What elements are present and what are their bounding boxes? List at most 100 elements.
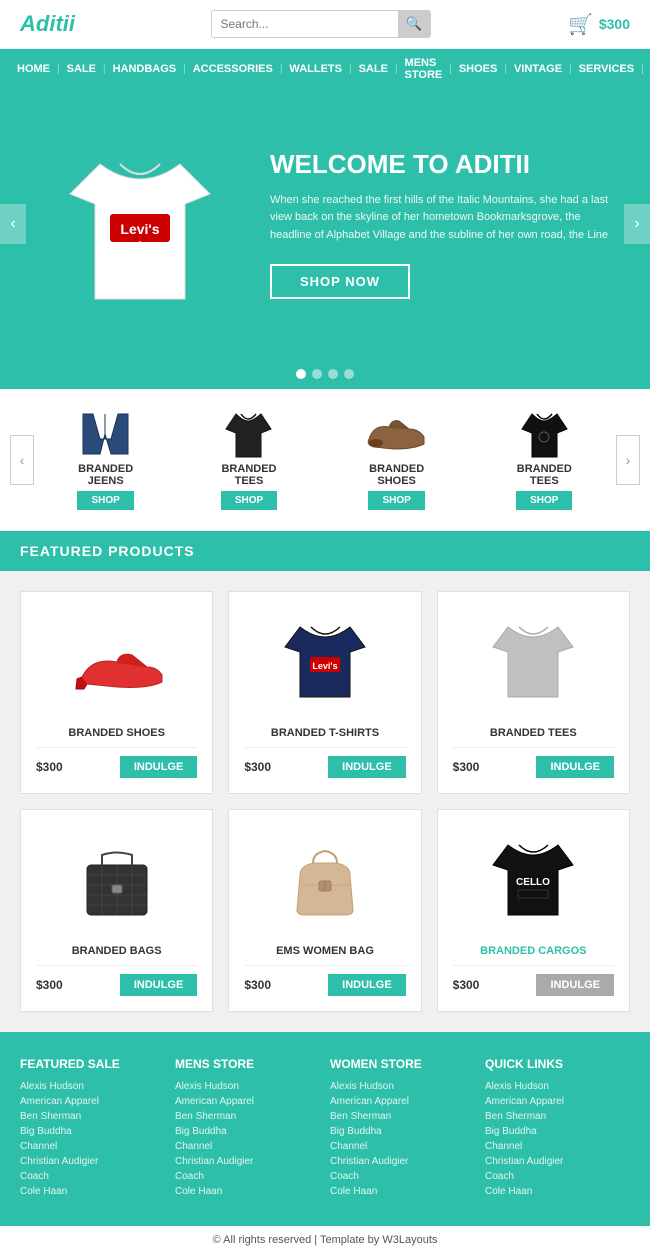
footer-link[interactable]: Coach [175,1171,320,1182]
product-bottom-womenbag: $300 INDULGE [244,965,405,996]
footer-link[interactable]: Christian Audigier [175,1156,320,1167]
cat-label-shoes: BRANDEDSHOES [369,463,424,487]
products-section: BRANDED SHOES $300 INDULGE Levi's BRANDE… [0,571,650,1032]
footer-link[interactable]: Cole Haan [485,1186,630,1197]
hero-dot-4[interactable] [344,369,354,379]
footer-link[interactable]: Coach [20,1171,165,1182]
shop-now-button[interactable]: SHOP NOW [270,264,410,299]
footer-col-quick: QUICK LINKS Alexis Hudson American Appar… [485,1057,630,1201]
cart-icon: 🛒 [568,12,593,37]
product-image-shoes [36,607,197,717]
footer-link[interactable]: Ben Sherman [20,1111,165,1122]
svg-text:Levi's: Levi's [120,221,159,237]
product-image-tees [453,607,614,717]
product-name-tshirts: BRANDED T-SHIRTS [271,727,379,739]
indulge-womenbag[interactable]: INDULGE [328,974,406,996]
footer-link[interactable]: Christian Audigier [485,1156,630,1167]
product-bottom-tshirts: $300 INDULGE [244,747,405,778]
footer-link[interactable]: Coach [330,1171,475,1182]
footer-link[interactable]: Channel [20,1141,165,1152]
footer-link[interactable]: Alexis Hudson [485,1081,630,1092]
indulge-shoes[interactable]: INDULGE [120,756,198,778]
product-price-cargos: $300 [453,978,480,992]
footer-link[interactable]: Alexis Hudson [330,1081,475,1092]
footer-link[interactable]: American Apparel [175,1096,320,1107]
nav-sale-2[interactable]: SALE [352,55,395,83]
footer-link[interactable]: American Apparel [330,1096,475,1107]
footer-link[interactable]: Ben Sherman [485,1111,630,1122]
footer-link[interactable]: American Apparel [485,1096,630,1107]
footer-link[interactable]: Christian Audigier [330,1156,475,1167]
category-prev-button[interactable]: ‹ [10,435,34,485]
category-strip: ‹ BRANDEDJEENS SHOP BRANDEDTEES SHOP [0,389,650,531]
indulge-tees[interactable]: INDULGE [536,756,614,778]
category-item-tees2: BRANDEDTEES SHOP [516,409,572,510]
hero-next-button[interactable]: › [624,204,650,244]
footer-link[interactable]: Ben Sherman [175,1111,320,1122]
footer-link[interactable]: Channel [330,1141,475,1152]
product-name-shoes: BRANDED SHOES [68,727,165,739]
cat-shop-shoes[interactable]: SHOP [368,491,424,510]
cat-shop-tees2[interactable]: SHOP [516,491,572,510]
hero-dot-1[interactable] [296,369,306,379]
search-input[interactable] [212,12,397,36]
product-card-shoes: BRANDED SHOES $300 INDULGE [20,591,213,794]
footer-col-featured: FEATURED SALE Alexis Hudson American App… [20,1057,165,1201]
category-next-button[interactable]: › [616,435,640,485]
footer-link[interactable]: Ben Sherman [330,1111,475,1122]
footer-columns: FEATURED SALE Alexis Hudson American App… [20,1057,630,1201]
footer-col-featured-title: FEATURED SALE [20,1057,165,1071]
indulge-tshirts[interactable]: INDULGE [328,756,406,778]
nav-services[interactable]: SERVICES [572,55,641,83]
footer-link[interactable]: Channel [485,1141,630,1152]
product-image-tshirts: Levi's [244,607,405,717]
footer-col-mens: MENS STORE Alexis Hudson American Appare… [175,1057,320,1201]
indulge-cargos[interactable]: INDULGE [536,974,614,996]
footer-link[interactable]: Big Buddha [330,1126,475,1137]
products-grid: BRANDED SHOES $300 INDULGE Levi's BRANDE… [20,591,630,1012]
footer-link[interactable]: Cole Haan [20,1186,165,1197]
hero-prev-button[interactable]: ‹ [0,204,26,244]
cart[interactable]: 🛒 $300 [568,12,630,37]
footer-link[interactable]: Cole Haan [330,1186,475,1197]
category-item-jeans: BRANDEDJEENS SHOP [77,409,133,510]
footer-link[interactable]: Cole Haan [175,1186,320,1197]
footer-link[interactable]: Alexis Hudson [175,1081,320,1092]
main-nav: HOME | SALE | HANDBAGS | ACCESSORIES | W… [0,49,650,89]
nav-wallets[interactable]: WALLETS [282,55,349,83]
footer-link[interactable]: Coach [485,1171,630,1182]
footer-bottom-text: © All rights reserved | Template by W3La… [213,1234,438,1246]
nav-handbags[interactable]: HANDBAGS [106,55,184,83]
category-item-shoes: BRANDEDSHOES SHOP [364,409,429,510]
hero-image-area: Levi's ® [30,124,250,324]
hero-dot-2[interactable] [312,369,322,379]
footer-link[interactable]: Christian Audigier [20,1156,165,1167]
hero-banner: ‹ Levi's ® WELCOME TO ADITII When she re… [0,89,650,359]
footer-link[interactable]: Big Buddha [20,1126,165,1137]
nav-sale-1[interactable]: SALE [60,55,103,83]
nav-accessories[interactable]: ACCESSORIES [186,55,280,83]
nav-shoes[interactable]: SHOES [452,55,505,83]
cat-shop-jeans[interactable]: SHOP [77,491,133,510]
logo: Aditii [20,11,75,37]
nav-mens[interactable]: MENS STORE [398,49,450,89]
nav-home[interactable]: HOME [10,55,57,83]
heels-icon [62,617,172,707]
footer-link[interactable]: Channel [175,1141,320,1152]
cat-shop-tees1[interactable]: SHOP [221,491,277,510]
footer-link[interactable]: American Apparel [20,1096,165,1107]
nav-contact[interactable]: CONTACT US [644,49,650,89]
product-card-tees: BRANDED TEES $300 INDULGE [437,591,630,794]
search-bar: 🔍 [211,10,431,38]
svg-text:CELLO: CELLO [516,877,550,888]
search-button[interactable]: 🔍 [398,11,431,37]
product-name-womenbag: EMS WOMEN BAG [276,945,374,957]
footer-link[interactable]: Alexis Hudson [20,1081,165,1092]
footer-col-women-title: WOMEN STORE [330,1057,475,1071]
nav-vintage[interactable]: VINTAGE [507,55,569,83]
hero-dot-3[interactable] [328,369,338,379]
svg-text:Levi's: Levi's [312,661,337,671]
footer-link[interactable]: Big Buddha [175,1126,320,1137]
footer-link[interactable]: Big Buddha [485,1126,630,1137]
indulge-bags[interactable]: INDULGE [120,974,198,996]
